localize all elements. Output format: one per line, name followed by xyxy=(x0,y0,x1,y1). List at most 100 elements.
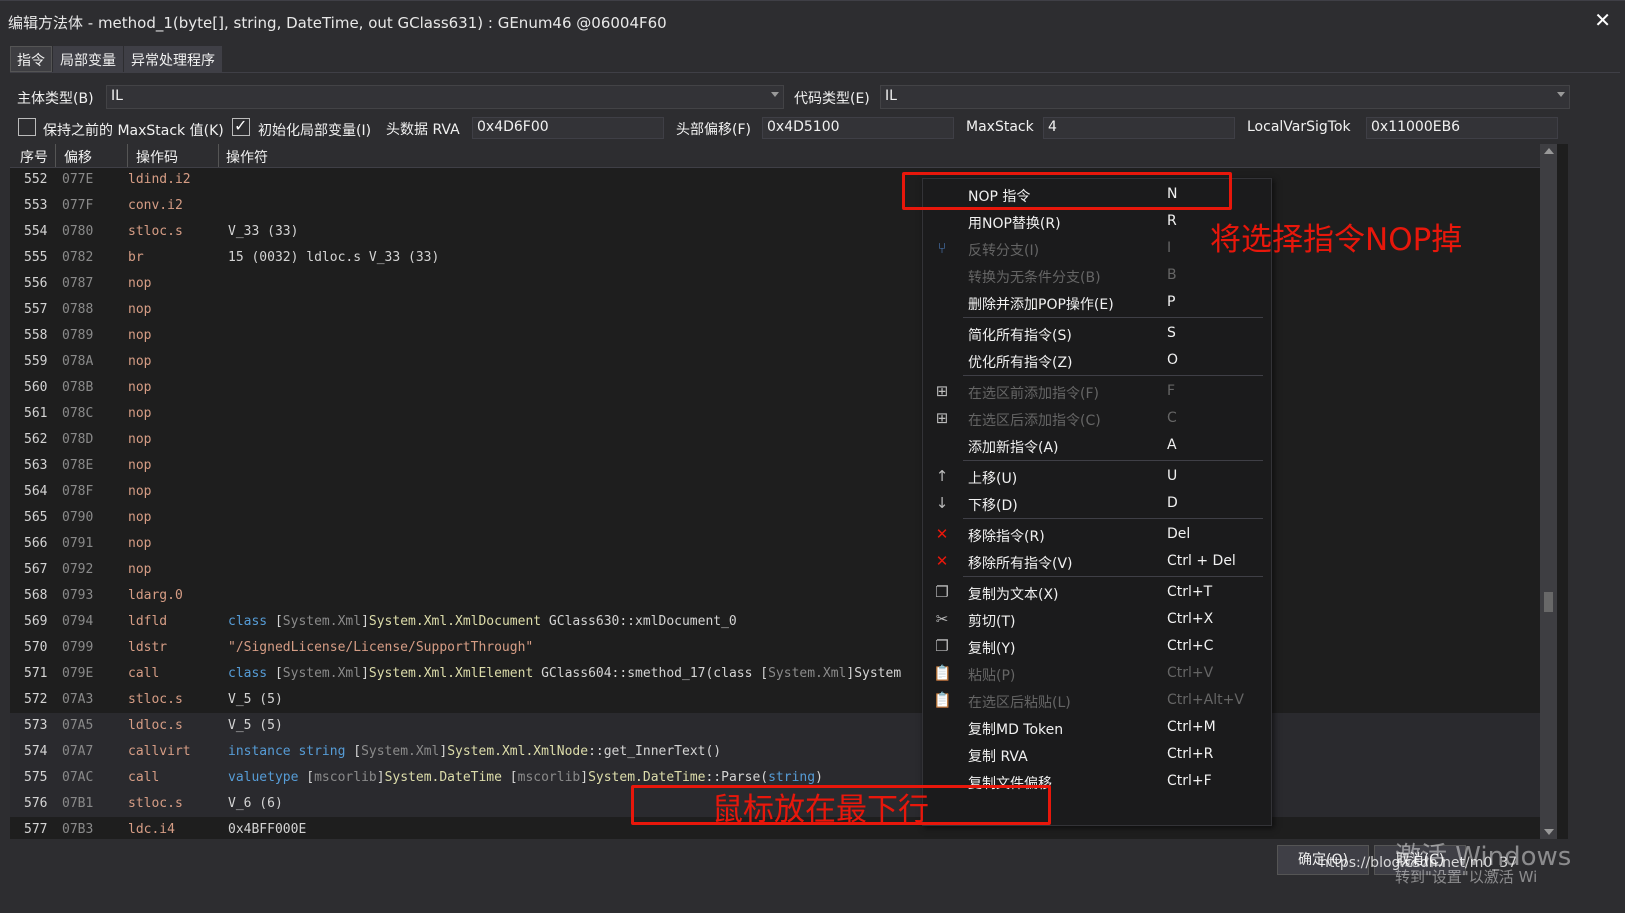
menu-item-shortcut: A xyxy=(1167,437,1177,453)
scroll-thumb[interactable] xyxy=(1544,592,1553,612)
row-index: 573 xyxy=(24,718,48,733)
table-row[interactable]: 571 079E call class [System.Xml]System.Xml.… xyxy=(10,661,1540,687)
header-rva-field[interactable]: 0x4D6F00 xyxy=(472,117,664,139)
row-offset: 077E xyxy=(62,172,94,187)
row-operand: instance string [System.Xml]System.Xml.X… xyxy=(228,744,722,759)
table-row[interactable]: 559 078A nop xyxy=(10,349,1540,375)
tab-locals[interactable]: 局部变量 xyxy=(53,46,123,72)
table-row[interactable]: 564 078F nop xyxy=(10,479,1540,505)
arrow-down-icon: ↓ xyxy=(935,494,949,512)
menu-item-shortcut: D xyxy=(1167,495,1178,511)
col-operand[interactable]: 操作符 xyxy=(226,147,268,167)
menu-item[interactable]: ✕ 移除所有指令(V) Ctrl + Del xyxy=(923,548,1269,575)
tab-bar: 指令 局部变量 异常处理程序 xyxy=(10,46,223,72)
row-operand: 15 (0032) ldloc.s V_33 (33) xyxy=(228,250,440,265)
add-after-icon: ⊞ xyxy=(935,409,949,427)
menu-item-shortcut: P xyxy=(1167,294,1176,310)
row-offset: 077F xyxy=(62,198,94,213)
header-offset-value: 0x4D5100 xyxy=(767,119,840,135)
vertical-scrollbar[interactable] xyxy=(1540,144,1557,839)
menu-item[interactable]: ❐ 复制(Y) Ctrl+C xyxy=(923,633,1269,660)
scroll-down-icon[interactable] xyxy=(1544,829,1554,835)
col-offset[interactable]: 偏移 xyxy=(64,147,92,167)
row-index: 559 xyxy=(24,354,48,369)
row-opcode: ldstr xyxy=(128,640,168,655)
menu-item[interactable]: ✕ 移除指令(R) Del xyxy=(923,521,1269,548)
localvarsig-value: 0x11000EB6 xyxy=(1371,119,1461,135)
highlight-nop-item xyxy=(902,172,1232,210)
menu-item[interactable]: 复制 RVA Ctrl+R xyxy=(923,741,1269,768)
table-row[interactable]: 562 078D nop xyxy=(10,427,1540,453)
menu-item[interactable]: 添加新指令(A) A xyxy=(923,432,1269,459)
table-row[interactable]: 566 0791 nop xyxy=(10,531,1540,557)
row-offset: 0788 xyxy=(62,302,94,317)
table-row[interactable]: 560 078B nop xyxy=(10,375,1540,401)
tab-exception-handlers[interactable]: 异常处理程序 xyxy=(124,46,222,72)
menu-item[interactable]: 简化所有指令(S) S xyxy=(923,320,1269,347)
row-opcode: stloc.s xyxy=(128,796,183,811)
maxstack-label: MaxStack xyxy=(966,119,1034,135)
menu-item[interactable]: 优化所有指令(Z) O xyxy=(923,347,1269,374)
table-row[interactable]: 573 07A5 ldloc.s V_5 (5) xyxy=(10,713,1540,739)
row-opcode: nop xyxy=(128,328,152,343)
menu-item-shortcut: Ctrl+Alt+V xyxy=(1167,692,1244,708)
menu-separator xyxy=(963,518,1263,519)
table-row[interactable]: 572 07A3 stloc.s V_5 (5) xyxy=(10,687,1540,713)
menu-item[interactable]: 删除并添加POP操作(E) P xyxy=(923,289,1269,316)
localvarsig-field[interactable]: 0x11000EB6 xyxy=(1366,117,1558,139)
menu-item-shortcut: Ctrl+R xyxy=(1167,746,1214,762)
watermark-url: https://blog.csdn.net/m0_37 xyxy=(1320,855,1518,871)
row-offset: 0790 xyxy=(62,510,94,525)
row-index: 571 xyxy=(24,666,48,681)
menu-separator xyxy=(963,460,1263,461)
table-row[interactable]: 568 0793 ldarg.0 xyxy=(10,583,1540,609)
table-row[interactable]: 574 07A7 callvirt instance string [System.X… xyxy=(10,739,1540,765)
table-row[interactable]: 558 0789 nop xyxy=(10,323,1540,349)
scroll-up-icon[interactable] xyxy=(1544,148,1554,154)
row-index: 554 xyxy=(24,224,48,239)
window-title: 编辑方法体 - method_1(byte[], string, DateTim… xyxy=(8,14,667,32)
menu-item[interactable]: ↓ 下移(D) D xyxy=(923,490,1269,517)
table-row[interactable]: 570 0799 ldstr "/SignedLicense/License/Supp… xyxy=(10,635,1540,661)
row-opcode: nop xyxy=(128,432,152,447)
table-row[interactable]: 565 0790 nop xyxy=(10,505,1540,531)
row-offset: 078D xyxy=(62,432,94,447)
keep-maxstack-checkbox[interactable] xyxy=(18,118,36,136)
code-type-select[interactable]: IL xyxy=(880,85,1570,109)
close-icon[interactable]: ✕ xyxy=(1594,8,1611,32)
menu-item-label: 下移(D) xyxy=(968,498,1018,514)
arrow-up-icon: ↑ xyxy=(935,467,949,485)
paste-icon: 📋 xyxy=(933,664,952,682)
table-row[interactable]: 556 0787 nop xyxy=(10,271,1540,297)
menu-item-shortcut: B xyxy=(1167,267,1177,283)
menu-item: 转换为无条件分支(B) B xyxy=(923,262,1269,289)
body-type-select[interactable]: IL xyxy=(106,85,784,109)
menu-item-label: 复制为文本(X) xyxy=(968,587,1059,603)
table-row[interactable]: 569 0794 ldfld class [System.Xml]System.Xml… xyxy=(10,609,1540,635)
menu-item: ⊞ 在选区前添加指令(F) F xyxy=(923,378,1269,405)
menu-item[interactable]: ❐ 复制为文本(X) Ctrl+T xyxy=(923,579,1269,606)
menu-item[interactable]: 复制MD Token Ctrl+M xyxy=(923,714,1269,741)
table-row[interactable]: 563 078E nop xyxy=(10,453,1540,479)
row-opcode: nop xyxy=(128,302,152,317)
menu-item-shortcut: C xyxy=(1167,410,1177,426)
menu-item-label: 在选区后添加指令(C) xyxy=(968,413,1101,429)
maxstack-field[interactable]: 4 xyxy=(1043,117,1235,139)
row-offset: 078A xyxy=(62,354,94,369)
row-opcode: ldarg.0 xyxy=(128,588,183,603)
col-opcode[interactable]: 操作码 xyxy=(136,147,178,167)
row-index: 552 xyxy=(24,172,48,187)
init-locals-checkbox[interactable] xyxy=(232,116,250,136)
menu-item[interactable]: ✂ 剪切(T) Ctrl+X xyxy=(923,606,1269,633)
header-offset-field[interactable]: 0x4D5100 xyxy=(762,117,954,139)
row-index: 567 xyxy=(24,562,48,577)
title-bar: 编辑方法体 - method_1(byte[], string, DateTim… xyxy=(0,0,1625,39)
col-index[interactable]: 序号 xyxy=(20,147,48,167)
table-row[interactable]: 557 0788 nop xyxy=(10,297,1540,323)
table-row[interactable]: 552 077E ldind.i2 xyxy=(10,167,1540,193)
row-index: 572 xyxy=(24,692,48,707)
menu-item[interactable]: ↑ 上移(U) U xyxy=(923,463,1269,490)
table-row[interactable]: 567 0792 nop xyxy=(10,557,1540,583)
table-row[interactable]: 561 078C nop xyxy=(10,401,1540,427)
tab-instructions[interactable]: 指令 xyxy=(10,46,52,72)
